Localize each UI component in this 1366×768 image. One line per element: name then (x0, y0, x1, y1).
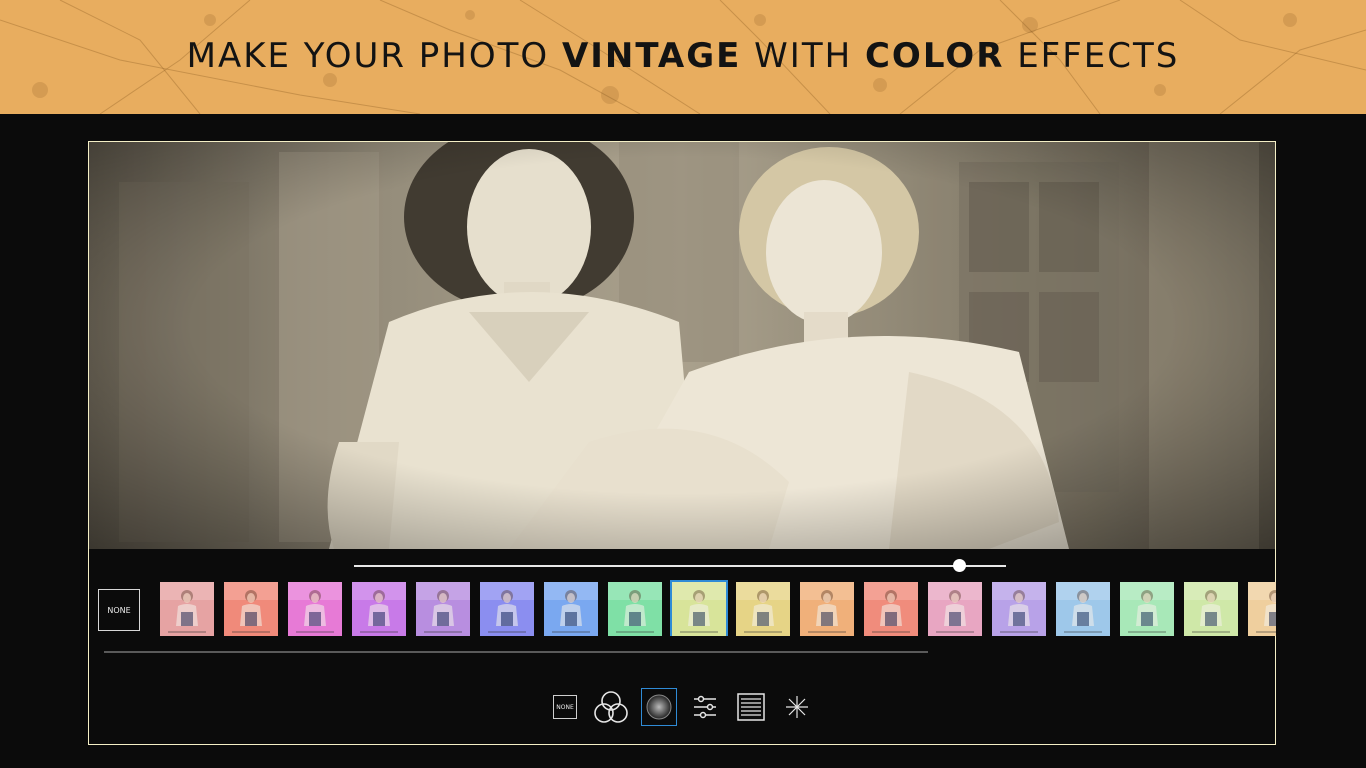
no-filter-button[interactable]: NONE (98, 589, 140, 631)
headline: MAKE YOUR PHOTO VINTAGE WITH COLOR EFFEC… (0, 36, 1366, 76)
intensity-slider-thumb[interactable] (953, 559, 967, 572)
filter-thumbnail[interactable] (800, 582, 854, 636)
intensity-slider-track[interactable] (354, 565, 1006, 567)
filter-preview-image (864, 582, 918, 636)
filter-thumbnail[interactable] (928, 582, 982, 636)
filter-preview-image (480, 582, 534, 636)
filter-thumbnail[interactable] (1056, 582, 1110, 636)
filter-preview-image (928, 582, 982, 636)
filter-thumbnail[interactable] (864, 582, 918, 636)
filter-thumbnail[interactable] (1120, 582, 1174, 636)
filter-preview-image (160, 582, 214, 636)
editor-frame: NONE NONE (88, 141, 1276, 745)
filter-preview-image (992, 582, 1046, 636)
filter-thumbnail[interactable] (160, 582, 214, 636)
adjust-sliders-icon (694, 695, 716, 719)
color-circles-icon (594, 691, 628, 723)
filter-thumbnail[interactable] (1248, 582, 1276, 636)
texture-lines-icon (737, 693, 765, 721)
filter-thumbnail-strip[interactable] (160, 580, 1276, 636)
vintage-photo-image (89, 142, 1275, 549)
filter-preview-image (544, 582, 598, 636)
none-filter-tool-label: NONE (556, 703, 574, 711)
headline-text: MAKE YOUR PHOTO (186, 36, 562, 76)
headline-bold-color: COLOR (864, 36, 1005, 76)
filter-thumbnail[interactable] (670, 580, 728, 636)
vignette-tool[interactable] (641, 688, 677, 726)
filter-preview-image (352, 582, 406, 636)
headline-bold-vintage: VINTAGE (561, 36, 742, 76)
filter-preview-image (1056, 582, 1110, 636)
filter-strip-scrollbar[interactable] (104, 651, 928, 653)
filter-preview-image (224, 582, 278, 636)
filter-thumbnail[interactable] (288, 582, 342, 636)
filter-preview-image (736, 582, 790, 636)
filter-thumbnail[interactable] (544, 582, 598, 636)
filter-thumbnail[interactable] (480, 582, 534, 636)
bottom-toolbar: NONE (547, 688, 808, 728)
filter-preview-image (1248, 582, 1276, 636)
none-filter-icon: NONE (553, 695, 577, 719)
filter-preview-image (608, 582, 662, 636)
filter-thumbnail[interactable] (352, 582, 406, 636)
filter-preview-image (1120, 582, 1174, 636)
filter-preview-image (288, 582, 342, 636)
header-banner: MAKE YOUR PHOTO VINTAGE WITH COLOR EFFEC… (0, 0, 1366, 114)
filter-thumbnail[interactable] (608, 582, 662, 636)
filter-preview-image (1184, 582, 1238, 636)
color-effects-tool[interactable] (591, 688, 631, 726)
filter-preview-image (416, 582, 470, 636)
headline-text: EFFECTS (1004, 36, 1180, 76)
filter-thumbnail[interactable] (416, 582, 470, 636)
effects-tool[interactable] (779, 688, 815, 726)
sparkle-icon (786, 696, 808, 718)
headline-text: WITH (741, 36, 865, 76)
texture-tool[interactable] (733, 688, 769, 726)
filter-thumbnail[interactable] (224, 582, 278, 636)
no-filter-label: NONE (107, 605, 131, 615)
none-filter-tool[interactable]: NONE (547, 688, 583, 726)
filter-preview-image (800, 582, 854, 636)
filter-thumbnail[interactable] (736, 582, 790, 636)
adjust-tool[interactable] (687, 688, 723, 726)
vignette-icon (646, 694, 672, 720)
filter-preview-image (672, 582, 726, 636)
photo-preview[interactable] (89, 142, 1275, 549)
filter-thumbnail[interactable] (1184, 582, 1238, 636)
filter-thumbnail[interactable] (992, 582, 1046, 636)
